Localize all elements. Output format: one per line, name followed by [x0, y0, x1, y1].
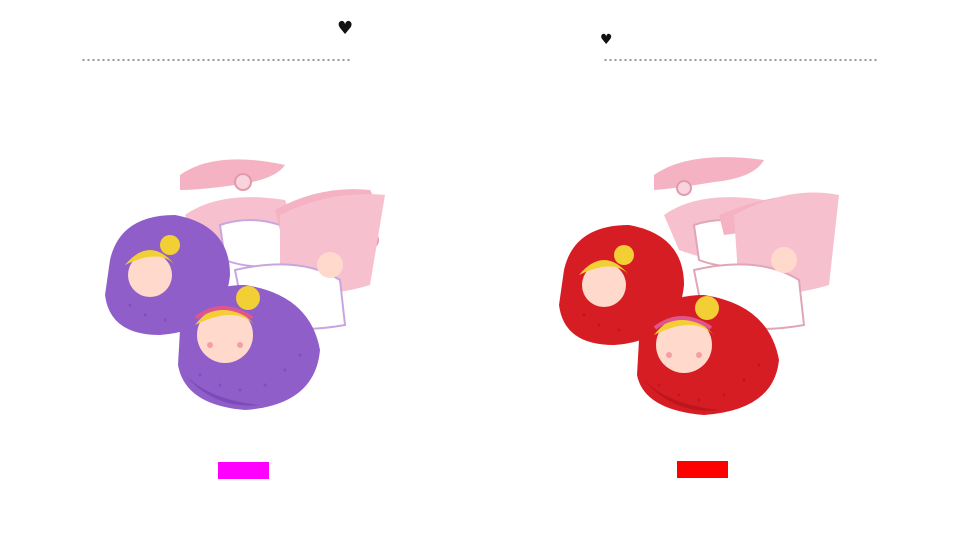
purple-shoe-image [105, 159, 385, 410]
color-swatch-purple[interactable] [218, 462, 269, 479]
product-panel-purple: ♥ [0, 0, 479, 547]
heart-icon: ♥ [600, 32, 613, 48]
dotted-divider [603, 57, 878, 63]
strap [180, 159, 285, 190]
heart-icon: ♥ [337, 18, 354, 39]
product-panel-red: ♥ [479, 0, 958, 547]
red-shoe-image [559, 157, 839, 415]
front-shoe [637, 192, 839, 415]
color-swatch-red[interactable] [677, 461, 728, 478]
dotted-divider [81, 57, 351, 63]
